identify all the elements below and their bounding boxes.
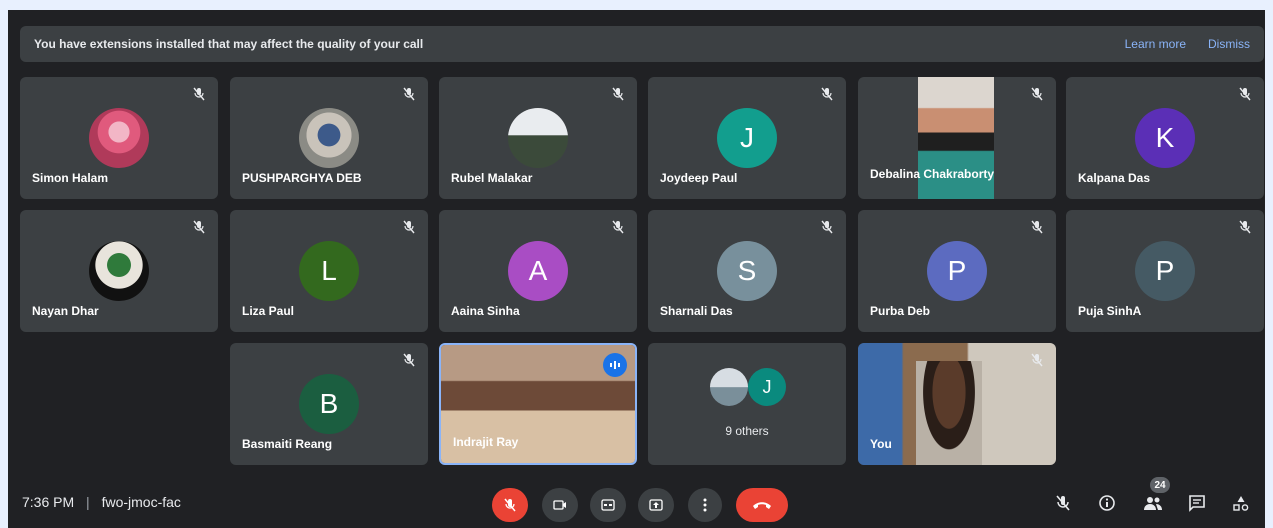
dismiss-link[interactable]: Dismiss [1208, 37, 1250, 51]
mic-off-icon [1239, 87, 1251, 101]
hang-up-icon [753, 502, 771, 509]
speaking-indicator-icon [603, 353, 627, 377]
participant-tile[interactable]: Simon Halam [20, 77, 218, 199]
banner-message: You have extensions installed that may a… [34, 37, 424, 51]
camera-icon [553, 500, 566, 510]
participant-tile[interactable]: Debalina Chakraborty [858, 77, 1056, 199]
participant-name: Rubel Malakar [451, 171, 533, 185]
avatar-initial: B [299, 374, 359, 434]
mic-off-icon [504, 498, 516, 512]
participant-tile[interactable]: K Kalpana Das [1066, 77, 1264, 199]
participant-name: Simon Halam [32, 171, 109, 185]
people-icon [1144, 497, 1162, 510]
avatar-initial: P [1135, 241, 1195, 301]
participant-tile[interactable]: J Joydeep Paul [648, 77, 846, 199]
mic-off-icon [403, 220, 415, 234]
mic-off-icon [403, 87, 415, 101]
mic-off-icon [1031, 220, 1043, 234]
meeting-mic-off-button[interactable] [1050, 490, 1076, 516]
profile-photo [89, 241, 149, 301]
participant-name: Sharnali Das [660, 304, 733, 318]
learn-more-link[interactable]: Learn more [1125, 37, 1186, 51]
chat-icon [1189, 495, 1205, 512]
participant-tile[interactable]: S Sharnali Das [648, 210, 846, 332]
participant-tile[interactable]: P Puja SinhA [1066, 210, 1264, 332]
top-edge [0, 0, 1273, 10]
meeting-info: 7:36 PM | fwo-jmoc-fac [22, 494, 181, 510]
participant-tile-speaking[interactable]: Indrajit Ray [439, 343, 637, 465]
meeting-code: fwo-jmoc-fac [101, 494, 181, 510]
present-icon [649, 499, 663, 511]
profile-photo [299, 108, 359, 168]
participant-name: Joydeep Paul [660, 171, 738, 185]
captions-icon [601, 499, 615, 511]
mic-off-icon [612, 87, 624, 101]
more-options-button[interactable] [688, 488, 722, 522]
participant-tile[interactable]: P Purba Deb [858, 210, 1056, 332]
people-button[interactable] [1140, 490, 1166, 516]
participant-name: Liza Paul [242, 304, 295, 318]
participant-tile[interactable]: Rubel Malakar [439, 77, 637, 199]
avatar-initial: J [717, 108, 777, 168]
avatar-initial: L [299, 241, 359, 301]
profile-photo [710, 368, 748, 406]
mic-off-icon [1239, 220, 1251, 234]
right-edge [1265, 0, 1273, 528]
mic-off-icon [1031, 87, 1043, 101]
mic-off-icon [1056, 495, 1070, 511]
meeting-info-separator: | [86, 494, 90, 510]
avatar-initial: J [748, 368, 786, 406]
present-screen-button[interactable] [638, 488, 674, 522]
mic-off-icon [821, 220, 833, 234]
chat-button[interactable] [1184, 490, 1210, 516]
activities-button[interactable] [1228, 490, 1254, 516]
mic-off-icon [612, 220, 624, 234]
self-tile[interactable]: You [858, 343, 1056, 465]
toggle-camera-button[interactable] [542, 488, 578, 522]
participant-tile[interactable]: B Basmaiti Reang [230, 343, 428, 465]
participant-name: Basmaiti Reang [242, 437, 333, 451]
avatar-initial: P [927, 241, 987, 301]
mic-off-icon [193, 87, 205, 101]
participant-name: Purba Deb [870, 304, 931, 318]
participant-name: You [870, 437, 892, 451]
mic-off-icon [1031, 353, 1043, 367]
captions-button[interactable] [590, 488, 626, 522]
activities-icon [1233, 496, 1249, 511]
mic-off-icon [403, 353, 415, 367]
leave-call-button[interactable] [736, 488, 788, 522]
left-edge [0, 0, 8, 528]
avatar-initial: K [1135, 108, 1195, 168]
avatar-initial: A [508, 241, 568, 301]
participant-name: Puja SinhA [1078, 304, 1142, 318]
participant-tile[interactable]: A Aaina Sinha [439, 210, 637, 332]
extensions-warning-banner: You have extensions installed that may a… [20, 26, 1264, 62]
mic-off-icon [821, 87, 833, 101]
participant-name: Debalina Chakraborty [870, 167, 995, 181]
toggle-mic-button[interactable] [492, 488, 528, 522]
avatar-initial: S [717, 241, 777, 301]
others-count-label: 9 others [725, 424, 769, 438]
meeting-time: 7:36 PM [22, 494, 75, 510]
profile-photo [89, 108, 149, 168]
participant-name: Aaina Sinha [451, 304, 520, 318]
participant-tile[interactable]: PUSHPARGHYA DEB [230, 77, 428, 199]
participant-tile[interactable]: L Liza Paul [230, 210, 428, 332]
participant-tile[interactable]: Nayan Dhar [20, 210, 218, 332]
profile-photo [508, 108, 568, 168]
participant-name: PUSHPARGHYA DEB [242, 171, 362, 185]
more-vert-icon [703, 498, 707, 512]
participant-name: Indrajit Ray [453, 435, 519, 449]
meeting-details-button[interactable] [1094, 490, 1120, 516]
info-icon [1099, 495, 1115, 511]
self-video-person [916, 361, 982, 465]
others-tile[interactable]: J 9 others [648, 343, 846, 465]
mic-off-icon [193, 220, 205, 234]
participant-name: Nayan Dhar [32, 304, 99, 318]
participant-name: Kalpana Das [1078, 171, 1151, 185]
